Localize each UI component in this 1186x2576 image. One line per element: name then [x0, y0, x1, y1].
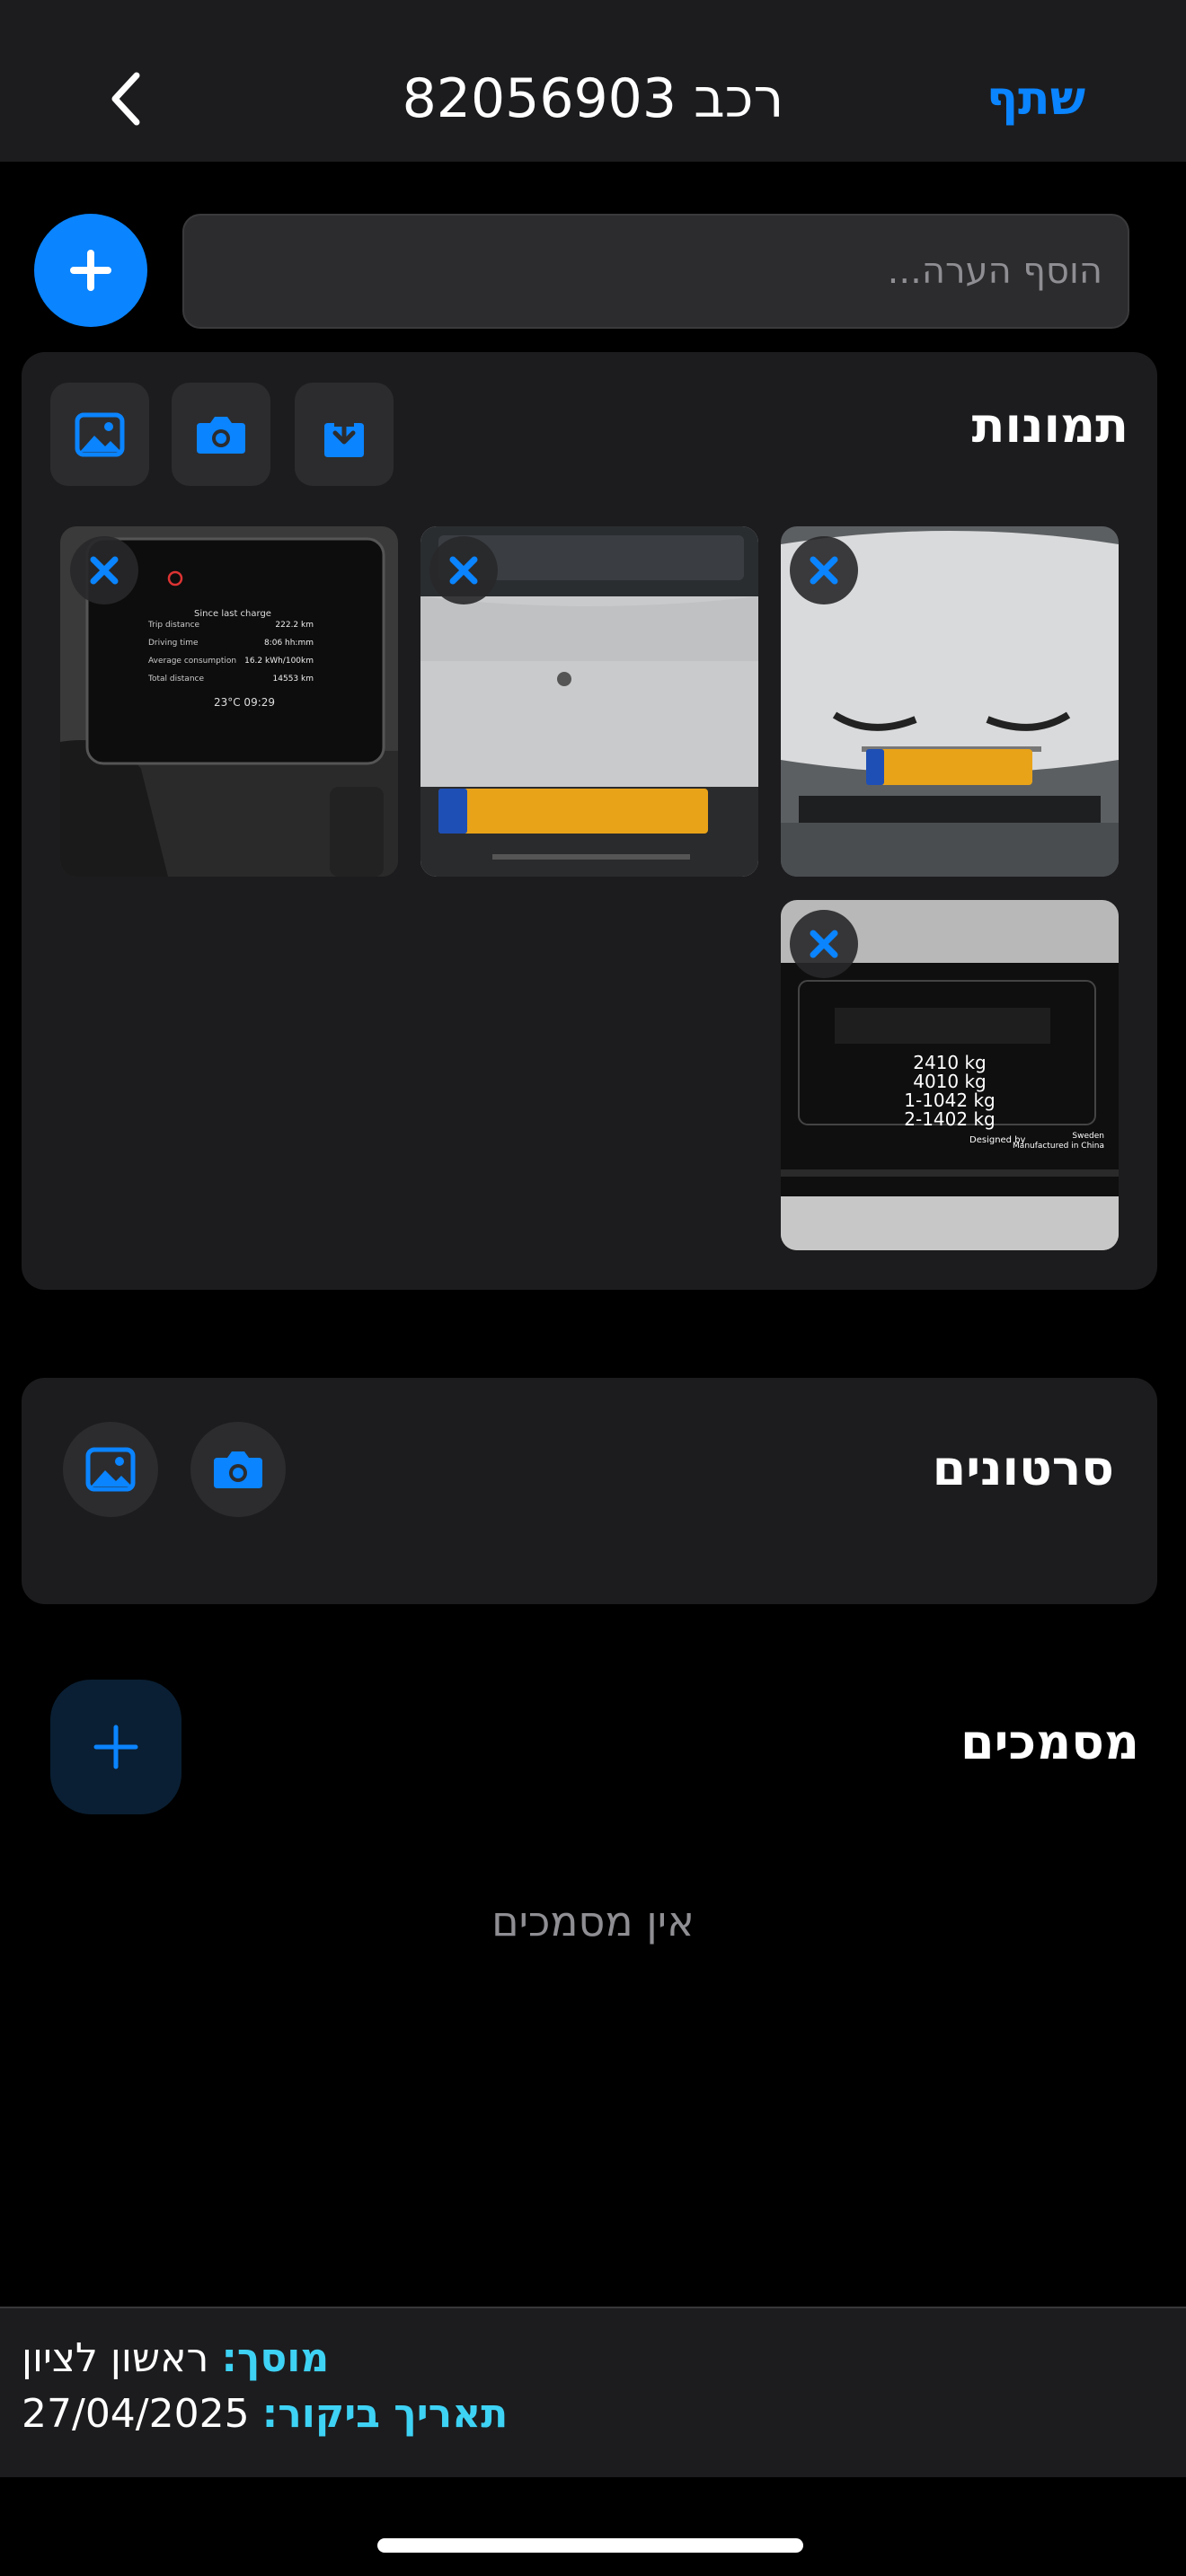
- documents-empty-text: אין מסמכים: [491, 1897, 695, 1945]
- close-icon: [449, 556, 478, 585]
- note-input[interactable]: [182, 214, 1129, 329]
- svg-text:Sweden: Sweden: [1072, 1132, 1104, 1141]
- svg-text:Trip distance: Trip distance: [147, 621, 200, 630]
- photo-download-button[interactable]: [295, 383, 394, 486]
- svg-text:8:06 hh:mm: 8:06 hh:mm: [264, 639, 314, 648]
- video-gallery-button[interactable]: [63, 1422, 158, 1517]
- add-document-button[interactable]: [50, 1680, 181, 1814]
- photo-camera-button[interactable]: [172, 383, 270, 486]
- svg-text:16.2 kWh/100km: 16.2 kWh/100km: [244, 657, 314, 666]
- add-note-button[interactable]: [34, 214, 147, 327]
- gallery-icon: [75, 412, 125, 456]
- visit-date-label: תאריך ביקור:: [261, 2391, 509, 2437]
- camera-icon: [214, 1451, 262, 1488]
- svg-text:Since last charge: Since last charge: [194, 609, 271, 619]
- remove-photo-button[interactable]: [790, 536, 858, 604]
- camera-icon: [197, 416, 245, 454]
- remove-photo-button[interactable]: [70, 536, 138, 604]
- close-icon: [90, 556, 119, 585]
- close-icon: [810, 556, 838, 585]
- svg-text:Total distance: Total distance: [147, 675, 204, 684]
- videos-title: סרטונים: [932, 1440, 1114, 1496]
- close-icon: [810, 930, 838, 958]
- svg-text:222.2 km: 222.2 km: [275, 621, 314, 630]
- remove-photo-button[interactable]: [429, 536, 498, 604]
- photos-title: תמונות: [971, 397, 1128, 454]
- svg-text:Driving time: Driving time: [148, 639, 199, 648]
- remove-photo-button[interactable]: [790, 910, 858, 978]
- visit-date-value: 27/04/2025: [22, 2391, 250, 2437]
- plus-icon: [93, 1725, 138, 1769]
- svg-text:2-1402 kg: 2-1402 kg: [904, 1108, 995, 1130]
- download-icon: [324, 411, 364, 457]
- garage-label: מוסך:: [221, 2335, 330, 2381]
- visit-date-row: תאריך ביקור: 27/04/2025: [22, 2391, 508, 2437]
- svg-text:14553 km: 14553 km: [273, 675, 314, 684]
- photo-gallery-button[interactable]: [50, 383, 149, 486]
- svg-text:Average consumption: Average consumption: [148, 657, 236, 666]
- share-button[interactable]: שתף: [987, 63, 1085, 135]
- home-indicator[interactable]: [377, 2538, 803, 2553]
- gallery-icon: [85, 1447, 136, 1492]
- svg-text:23°C 09:29: 23°C 09:29: [214, 696, 275, 709]
- documents-title: מסמכים: [960, 1714, 1139, 1770]
- plus-icon: [70, 250, 111, 291]
- video-camera-button[interactable]: [190, 1422, 286, 1517]
- garage-row: מוסך: ראשון לציון: [22, 2335, 329, 2381]
- svg-text:Manufactured in China: Manufactured in China: [1013, 1142, 1104, 1151]
- garage-value: ראשון לציון: [22, 2335, 209, 2381]
